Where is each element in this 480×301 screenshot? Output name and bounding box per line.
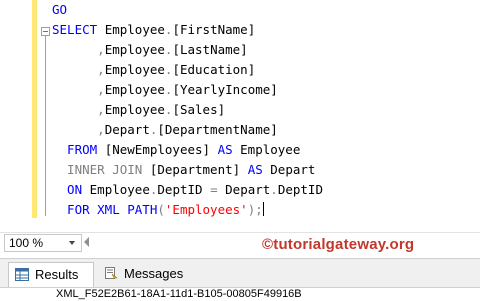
code-token: , bbox=[52, 82, 105, 97]
code-token: , bbox=[52, 42, 105, 57]
code-token: [Education] bbox=[172, 62, 256, 77]
code-token: , bbox=[52, 122, 105, 137]
watermark: ©tutorialgateway.org bbox=[262, 236, 414, 253]
code-token: [NewEmployees] bbox=[104, 142, 218, 157]
code-token: DeptID bbox=[277, 182, 323, 197]
code-token: Employee bbox=[104, 62, 165, 77]
code-token: Depart bbox=[104, 122, 150, 137]
watermark-text: ©tutorialgateway.org bbox=[262, 236, 415, 253]
code-token: DeptID bbox=[157, 182, 211, 197]
code-token: [YearlyIncome] bbox=[172, 82, 278, 97]
code-token: Employee bbox=[104, 42, 165, 57]
code-token: [Sales] bbox=[172, 102, 226, 117]
code-token: Employee bbox=[104, 82, 165, 97]
messages-icon bbox=[105, 267, 118, 279]
text-caret bbox=[262, 202, 264, 216]
tab-messages-label: Messages bbox=[124, 266, 184, 281]
code-token: , bbox=[52, 102, 105, 117]
code-token: ); bbox=[247, 202, 263, 217]
code-line: GO bbox=[52, 0, 67, 20]
query-editor[interactable]: GO SELECT Employee.[FirstName] ,Employee.… bbox=[0, 0, 480, 222]
code-token: [FirstName] bbox=[172, 22, 256, 37]
code-token: , bbox=[52, 62, 105, 77]
tab-messages[interactable]: Messages bbox=[98, 262, 190, 286]
code-line: INNER JOIN [Department] AS Depart bbox=[52, 160, 315, 180]
code-token: SELECT bbox=[52, 22, 105, 37]
code-token: Employee bbox=[104, 22, 165, 37]
code-token: AS bbox=[247, 162, 271, 177]
editor-margin bbox=[0, 0, 30, 222]
code-token: AS bbox=[217, 142, 241, 157]
code-token: FOR XML PATH bbox=[52, 202, 158, 217]
code-token: Depart bbox=[225, 182, 271, 197]
outline-guide bbox=[45, 36, 46, 216]
code-token: GO bbox=[52, 2, 68, 17]
collapse-outline-icon[interactable] bbox=[41, 27, 50, 36]
code-line: FOR XML PATH('Employees'); bbox=[52, 200, 264, 220]
code-token: Depart bbox=[270, 162, 316, 177]
zoom-value: 100 % bbox=[9, 236, 44, 250]
code-line: ,Employee.[YearlyIncome] bbox=[52, 80, 278, 100]
code-token: [Department] bbox=[149, 162, 248, 177]
results-grid-icon bbox=[15, 268, 29, 281]
code-token: FROM bbox=[52, 142, 105, 157]
code-token: INNER JOIN bbox=[52, 162, 150, 177]
tab-results[interactable]: Results bbox=[8, 262, 94, 287]
result-column-header: XML_F52E2B61-18A1-11d1-B105-00805F49916B bbox=[56, 288, 302, 300]
code-token: [LastName] bbox=[172, 42, 248, 57]
code-token: ( bbox=[157, 202, 165, 217]
code-token: Employee bbox=[104, 102, 165, 117]
chevron-down-icon bbox=[69, 241, 75, 245]
code-token: 'Employees' bbox=[164, 202, 248, 217]
results-tab-bar: Results Messages bbox=[0, 258, 480, 287]
code-token: = bbox=[210, 182, 226, 197]
code-token: Employee bbox=[240, 142, 301, 157]
code-line: SELECT Employee.[FirstName] bbox=[52, 20, 255, 40]
change-tracking-bar bbox=[32, 0, 37, 218]
code-token: ON bbox=[52, 182, 90, 197]
scroll-left-icon[interactable] bbox=[84, 237, 89, 247]
code-token: . bbox=[270, 182, 278, 197]
tab-results-label: Results bbox=[35, 267, 79, 282]
code-line: ON Employee.DeptID = Depart.DeptID bbox=[52, 180, 323, 200]
code-line: FROM [NewEmployees] AS Employee bbox=[52, 140, 300, 160]
code-line: ,Employee.[LastName] bbox=[52, 40, 248, 60]
code-line: ,Employee.[Education] bbox=[52, 60, 255, 80]
code-line: ,Employee.[Sales] bbox=[52, 100, 225, 120]
code-token: Employee bbox=[89, 182, 150, 197]
code-token: [DepartmentName] bbox=[157, 122, 278, 137]
result-row[interactable]: XML_F52E2B61-18A1-11d1-B105-00805F49916B bbox=[0, 287, 480, 301]
zoom-dropdown[interactable]: 100 % bbox=[4, 234, 82, 252]
code-line: ,Depart.[DepartmentName] bbox=[52, 120, 278, 140]
